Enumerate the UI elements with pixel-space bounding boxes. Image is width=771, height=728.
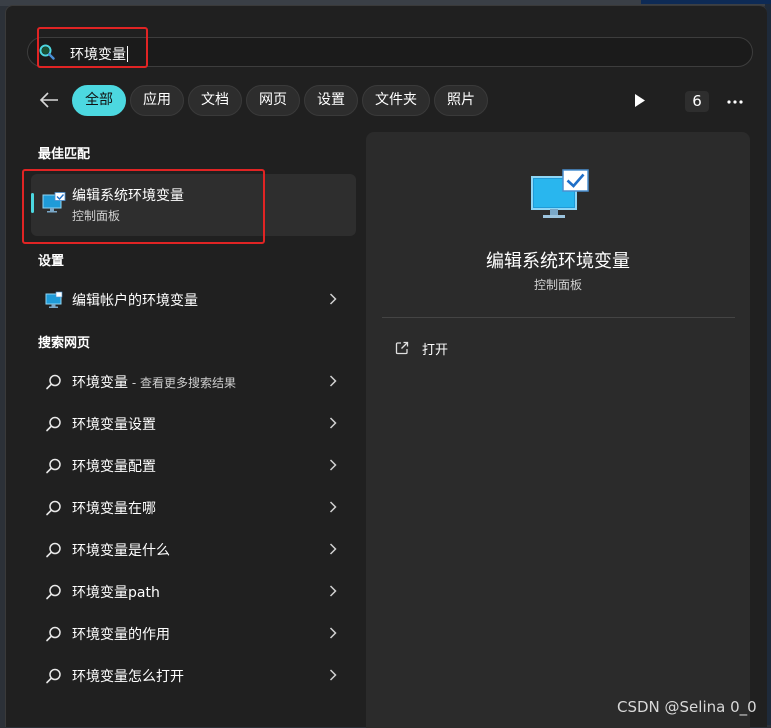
best-match-item[interactable]: 编辑系统环境变量 控制面板 [31, 174, 356, 236]
web-search-icon [46, 626, 61, 642]
text-caret [127, 46, 128, 62]
search-query: 环境变量 [70, 47, 126, 63]
chevron-right-icon [329, 669, 337, 681]
chevron-right-icon [329, 543, 337, 555]
open-action-label: 打开 [422, 343, 449, 358]
web-search-icon [46, 542, 61, 558]
more-icon[interactable] [727, 100, 743, 104]
filter-chip-all[interactable]: 全部 [72, 85, 126, 116]
web-search-icon [46, 458, 61, 474]
preview-subtitle: 控制面板 [533, 278, 582, 292]
section-label-best-match: 最佳匹配 [38, 147, 91, 162]
settings-item-edit-account-env[interactable]: 编辑帐户的环境变量 [31, 279, 356, 319]
web-result-label: 环境变量设置 [72, 417, 156, 433]
web-result-label: 环境变量配置 [72, 459, 156, 475]
search-box[interactable]: 环境变量 [27, 37, 753, 67]
preview-title: 编辑系统环境变量 [486, 251, 630, 272]
web-search-icon [46, 374, 61, 390]
start-search-panel: 环境变量 全部 应用 文档 网页 设置 文件夹 照片 6 最佳匹配 编辑系统环境… [5, 5, 767, 728]
best-match-title: 编辑系统环境变量 [72, 188, 184, 204]
web-result-label: 环境变量 - 查看更多搜索结果 [72, 372, 236, 392]
web-search-icon [46, 584, 61, 600]
filter-chip-folders[interactable]: 文件夹 [362, 85, 430, 116]
best-match-subtitle: 控制面板 [72, 209, 121, 223]
chevron-right-icon [329, 417, 337, 429]
filter-chip-apps[interactable]: 应用 [130, 85, 184, 116]
desktop-background-accent [641, 0, 771, 4]
result-count-badge[interactable]: 6 [685, 91, 709, 112]
monitor-settings-icon [45, 291, 63, 308]
chevron-right-icon [329, 627, 337, 639]
chevron-right-icon [329, 293, 337, 305]
watermark: CSDN @Selina 0_0 [617, 698, 757, 716]
play-icon[interactable] [634, 94, 646, 107]
open-action[interactable]: 打开 [382, 332, 735, 364]
filter-chip-web[interactable]: 网页 [246, 85, 300, 116]
web-result-hint: - 查看更多搜索结果 [128, 376, 236, 390]
filter-chip-documents[interactable]: 文档 [188, 85, 242, 116]
search-icon [39, 44, 55, 60]
web-result-item[interactable]: 环境变量怎么打开 [31, 655, 356, 695]
web-result-label: 环境变量是什么 [72, 543, 170, 559]
monitor-check-icon [531, 169, 589, 218]
web-result-see-more[interactable]: 环境变量 - 查看更多搜索结果 [31, 361, 356, 401]
filter-chip-settings[interactable]: 设置 [304, 85, 358, 116]
web-result-item[interactable]: 环境变量path [31, 571, 356, 611]
section-label-settings: 设置 [38, 254, 65, 269]
web-result-label: 环境变量怎么打开 [72, 669, 184, 685]
chevron-right-icon [329, 585, 337, 597]
filter-chips: 全部 应用 文档 网页 设置 文件夹 照片 [72, 85, 488, 116]
open-external-icon [395, 341, 409, 355]
divider [382, 317, 735, 318]
web-result-query: 环境变量 [72, 375, 128, 391]
web-result-label: 环境变量的作用 [72, 627, 170, 643]
web-result-item[interactable]: 环境变量是什么 [31, 529, 356, 569]
web-search-icon [46, 668, 61, 684]
section-label-web-search: 搜索网页 [38, 336, 91, 351]
back-arrow-icon[interactable] [38, 90, 60, 110]
chevron-right-icon [329, 375, 337, 387]
chevron-right-icon [329, 459, 337, 471]
web-result-item[interactable]: 环境变量在哪 [31, 487, 356, 527]
web-result-item[interactable]: 环境变量设置 [31, 403, 356, 443]
search-input[interactable]: 环境变量 [70, 44, 128, 64]
web-result-label: 环境变量path [72, 585, 160, 601]
web-search-icon [46, 500, 61, 516]
web-result-item[interactable]: 环境变量配置 [31, 445, 356, 485]
web-result-label: 环境变量在哪 [72, 501, 156, 517]
web-result-item[interactable]: 环境变量的作用 [31, 613, 356, 653]
chevron-right-icon [329, 501, 337, 513]
selection-accent [31, 193, 34, 213]
preview-panel: 编辑系统环境变量 控制面板 打开 [366, 132, 750, 728]
monitor-check-icon [42, 192, 66, 213]
settings-item-label: 编辑帐户的环境变量 [72, 293, 198, 309]
filter-chip-photos[interactable]: 照片 [434, 85, 488, 116]
web-search-icon [46, 416, 61, 432]
